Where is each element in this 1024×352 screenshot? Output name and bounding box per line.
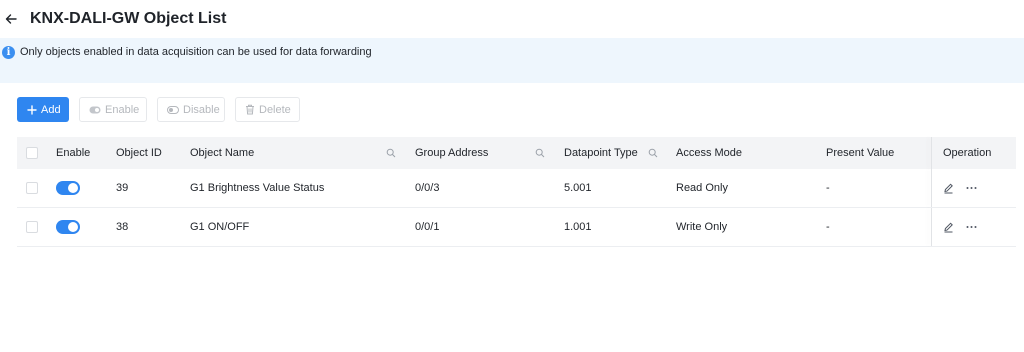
disable-button[interactable]: Disable bbox=[157, 97, 225, 122]
group-address: 0/0/1 bbox=[415, 221, 440, 233]
info-notice: i Only objects enabled in data acquisiti… bbox=[0, 38, 1024, 83]
page-title: KNX-DALI-GW Object List bbox=[30, 10, 227, 27]
table-header: Enable Object ID Object Name Group Addre… bbox=[17, 137, 1016, 169]
add-button-label: Add bbox=[41, 103, 61, 116]
operation-cell bbox=[943, 183, 977, 194]
search-icon[interactable] bbox=[648, 148, 658, 158]
present-value: - bbox=[826, 182, 830, 194]
enable-button-label: Enable bbox=[105, 103, 140, 116]
table-row: 38 G1 ON/OFF 0/0/1 1.001 Write Only - bbox=[17, 208, 1016, 247]
column-header-present-value: Present Value bbox=[826, 147, 895, 159]
row-checkbox[interactable] bbox=[26, 221, 38, 233]
toggle-on-icon bbox=[89, 106, 101, 114]
object-name: G1 Brightness Value Status bbox=[190, 182, 325, 194]
operation-column-divider bbox=[931, 137, 932, 169]
select-all-checkbox[interactable] bbox=[26, 147, 38, 159]
toggle-off-icon bbox=[167, 105, 179, 114]
more-icon[interactable] bbox=[966, 225, 977, 229]
column-header-access-mode: Access Mode bbox=[676, 147, 743, 159]
add-button[interactable]: Add bbox=[17, 97, 69, 122]
more-icon[interactable] bbox=[966, 186, 977, 190]
column-header-datapoint-type: Datapoint Type bbox=[564, 147, 638, 159]
delete-button-label: Delete bbox=[259, 103, 291, 116]
plus-icon bbox=[27, 104, 37, 115]
present-value: - bbox=[826, 221, 830, 233]
trash-icon bbox=[245, 104, 255, 115]
operation-column-divider bbox=[931, 208, 932, 246]
object-name: G1 ON/OFF bbox=[190, 221, 250, 233]
enable-toggle[interactable] bbox=[56, 220, 80, 234]
datapoint-type: 1.001 bbox=[564, 221, 592, 233]
object-list-page: KNX-DALI-GW Object List i Only objects e… bbox=[0, 0, 1024, 352]
edit-icon[interactable] bbox=[943, 222, 954, 233]
column-header-group-address: Group Address bbox=[415, 147, 489, 159]
search-icon[interactable] bbox=[386, 148, 396, 158]
object-table: Enable Object ID Object Name Group Addre… bbox=[17, 137, 1016, 247]
delete-button[interactable]: Delete bbox=[235, 97, 300, 122]
row-checkbox[interactable] bbox=[26, 182, 38, 194]
column-header-object-name: Object Name bbox=[190, 147, 255, 159]
enable-toggle[interactable] bbox=[56, 181, 80, 195]
access-mode: Read Only bbox=[676, 182, 728, 194]
page-header: KNX-DALI-GW Object List bbox=[0, 0, 1024, 38]
notice-text: Only objects enabled in data acquisition… bbox=[20, 46, 372, 58]
operation-cell bbox=[943, 222, 977, 233]
info-icon: i bbox=[2, 46, 15, 59]
object-id: 39 bbox=[116, 182, 129, 194]
disable-button-label: Disable bbox=[183, 103, 220, 116]
datapoint-type: 5.001 bbox=[564, 182, 592, 194]
group-address: 0/0/3 bbox=[415, 182, 440, 194]
operation-column-divider bbox=[931, 169, 932, 207]
object-id: 38 bbox=[116, 221, 129, 233]
toolbar: Add Enable Disable Delete bbox=[17, 97, 300, 122]
access-mode: Write Only bbox=[676, 221, 728, 233]
column-header-operation: Operation bbox=[943, 147, 992, 159]
edit-icon[interactable] bbox=[943, 183, 954, 194]
table-row: 39 G1 Brightness Value Status 0/0/3 5.00… bbox=[17, 169, 1016, 208]
column-header-object-id: Object ID bbox=[116, 147, 162, 159]
column-header-enable: Enable bbox=[56, 147, 91, 159]
search-icon[interactable] bbox=[535, 148, 545, 158]
arrow-left-icon[interactable] bbox=[4, 12, 18, 26]
enable-button[interactable]: Enable bbox=[79, 97, 147, 122]
